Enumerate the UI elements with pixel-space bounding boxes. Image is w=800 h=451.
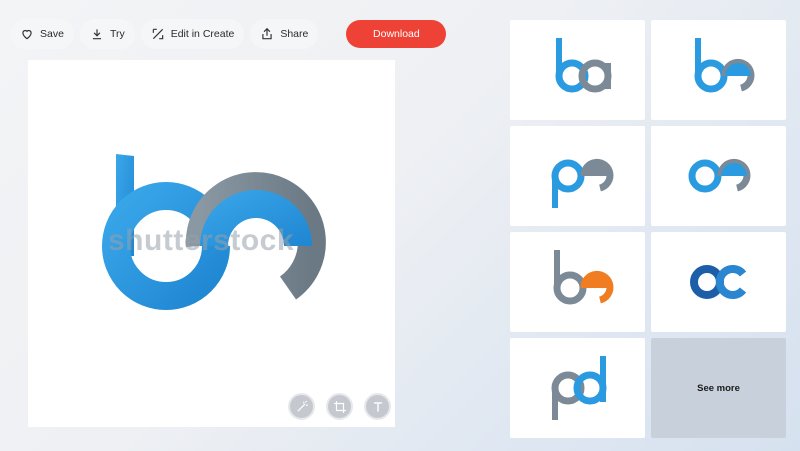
- try-button[interactable]: Try: [79, 19, 135, 49]
- pd-logo-thumbnail: [551, 356, 606, 420]
- image-tools: [288, 393, 391, 420]
- edit-label: Edit in Create: [170, 28, 235, 40]
- share-label: Share: [280, 28, 309, 40]
- share-button[interactable]: Share: [250, 19, 319, 49]
- download-arrow-icon: [92, 29, 102, 40]
- text-icon: [373, 401, 382, 412]
- related-images-grid: See more: [510, 20, 786, 438]
- main-image-preview: shutterstock: [28, 60, 395, 427]
- heart-icon: [22, 29, 32, 40]
- edit-in-create-button[interactable]: Edit in Create: [140, 19, 245, 49]
- ba-logo-thumbnail: [555, 38, 611, 93]
- crop-button[interactable]: [326, 393, 353, 420]
- related-image-oe[interactable]: [651, 126, 786, 226]
- crop-icon: [333, 400, 346, 413]
- magic-wand-icon: [297, 400, 308, 411]
- share-icon: [262, 27, 273, 40]
- watermark: shutterstock: [108, 224, 295, 257]
- related-image-oc[interactable]: [651, 232, 786, 332]
- oe-logo-thumbnail: [688, 158, 750, 193]
- related-image-ba[interactable]: [510, 20, 645, 120]
- text-tool-button[interactable]: [364, 393, 391, 420]
- pe-logo-thumbnail: [551, 158, 613, 208]
- edit-create-icon: [152, 28, 163, 40]
- download-button[interactable]: Download: [346, 20, 447, 48]
- oc-logo-thumbnail: [689, 265, 746, 299]
- save-button[interactable]: Save: [10, 19, 74, 49]
- be-logo-thumbnail: [694, 38, 754, 93]
- related-image-be[interactable]: [651, 20, 786, 120]
- be-orange-logo-thumbnail: [553, 250, 613, 305]
- magic-wand-button[interactable]: [288, 393, 315, 420]
- see-more-button[interactable]: See more: [651, 338, 786, 438]
- toolbar: Save Try Edit in Create Share Download: [10, 19, 447, 49]
- related-image-be-orange[interactable]: [510, 232, 645, 332]
- save-label: Save: [40, 28, 64, 40]
- try-label: Try: [109, 28, 125, 40]
- related-image-pd[interactable]: [510, 338, 645, 438]
- related-image-pe[interactable]: [510, 126, 645, 226]
